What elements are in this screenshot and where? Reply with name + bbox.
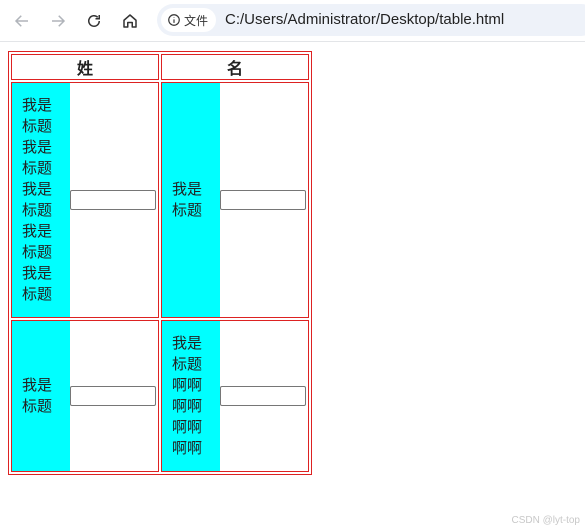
site-info-chip[interactable]: 文件 <box>161 8 217 32</box>
site-info-label: 文件 <box>184 13 209 28</box>
cell-label-box: 我是 标题 我是 标题 我是 标题 我是 标题 我是 标题 <box>12 83 70 317</box>
reload-icon <box>88 15 100 27</box>
text-input[interactable] <box>70 386 156 406</box>
table-row: 我是 标题 我是 标题 啊啊 啊啊 啊啊 啊啊 <box>11 320 309 472</box>
reload-button[interactable] <box>81 8 107 34</box>
table-cell: 我是 标题 啊啊 啊啊 啊啊 啊啊 <box>161 320 309 472</box>
column-header-surname: 姓 <box>11 54 159 80</box>
url-text[interactable]: C:/Users/Administrator/Desktop/table.htm… <box>225 11 504 28</box>
table-cell: 我是 标题 <box>161 82 309 318</box>
arrow-right-icon <box>52 15 66 27</box>
arrow-left-icon <box>14 15 28 27</box>
page-content: 姓 名 我是 标题 我是 标题 我是 标题 我是 标题 我是 标题 我是 标题 … <box>0 42 585 531</box>
column-header-given-name: 名 <box>161 54 309 80</box>
address-bar[interactable]: 文件 C:/Users/Administrator/Desktop/table.… <box>157 4 585 36</box>
name-table: 姓 名 我是 标题 我是 标题 我是 标题 我是 标题 我是 标题 我是 标题 … <box>8 51 312 475</box>
home-button[interactable] <box>117 8 143 34</box>
home-icon <box>123 14 137 28</box>
cell-label-box: 我是 标题 啊啊 啊啊 啊啊 啊啊 <box>162 321 220 471</box>
cell-label: 我是 标题 <box>22 377 53 415</box>
cell-label-box: 我是 标题 <box>12 321 70 471</box>
text-input[interactable] <box>220 190 306 210</box>
text-input[interactable] <box>70 190 156 210</box>
cell-label: 我是 标题 <box>172 181 203 219</box>
cell-label: 我是 标题 我是 标题 我是 标题 我是 标题 我是 标题 <box>22 97 53 303</box>
info-icon <box>168 14 180 26</box>
table-row: 我是 标题 我是 标题 我是 标题 我是 标题 我是 标题 我是 标题 <box>11 82 309 318</box>
table-cell: 我是 标题 <box>11 320 159 472</box>
watermark: CSDN @lyt-top <box>511 515 581 526</box>
table-cell: 我是 标题 我是 标题 我是 标题 我是 标题 我是 标题 <box>11 82 159 318</box>
back-button[interactable] <box>9 8 35 34</box>
text-input[interactable] <box>220 386 306 406</box>
cell-label: 我是 标题 啊啊 啊啊 啊啊 啊啊 <box>172 335 203 457</box>
browser-toolbar: 文件 C:/Users/Administrator/Desktop/table.… <box>0 0 585 42</box>
forward-button[interactable] <box>45 8 71 34</box>
cell-label-box: 我是 标题 <box>162 83 220 317</box>
